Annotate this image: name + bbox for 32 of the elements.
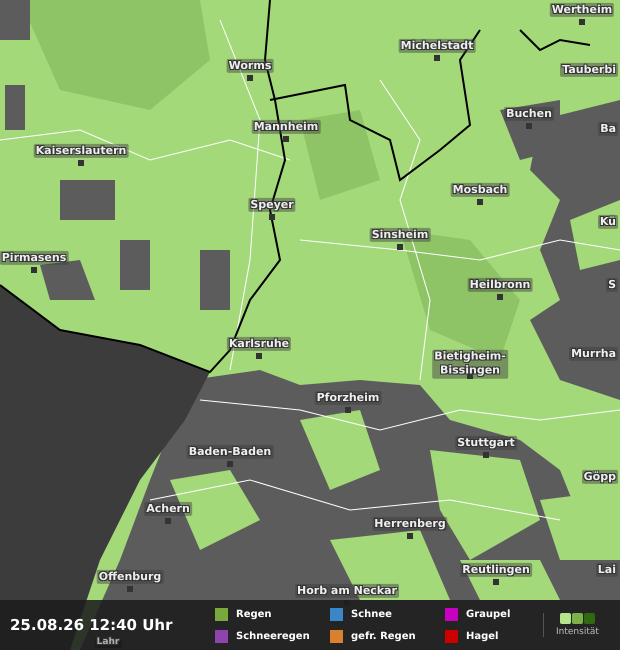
- city-label: Baden-Baden: [186, 444, 274, 460]
- city-label: Mosbach: [450, 182, 510, 198]
- city-label: Murrha: [569, 346, 618, 362]
- city-label: Horb am Neckar: [295, 584, 399, 598]
- city-label: Bietigheim- Bissingen: [432, 350, 508, 378]
- city-label: Heilbronn: [468, 278, 532, 292]
- city-label: Herrenberg: [372, 516, 448, 532]
- city-label: Reutlingen: [460, 562, 532, 578]
- legend-label: Graupel: [466, 608, 510, 620]
- city-label: Lahr: [94, 638, 122, 648]
- legend-label: gefr. Regen: [351, 630, 416, 642]
- legend-label: Schnee: [351, 608, 392, 620]
- legend-label: Schneeregen: [236, 630, 310, 642]
- city-label: S: [606, 278, 618, 292]
- legend-label: Hagel: [466, 630, 498, 642]
- city-label: Sinsheim: [370, 228, 430, 242]
- city-label: Lai: [596, 562, 618, 578]
- city-label: Stuttgart: [455, 436, 517, 450]
- city-label: Achern: [144, 502, 192, 516]
- legend-label: Regen: [236, 608, 272, 620]
- city-label: Buchen: [504, 106, 554, 122]
- city-label: Kü: [598, 214, 618, 230]
- city-label: Ba: [598, 122, 618, 136]
- city-label: Pforzheim: [314, 390, 382, 406]
- city-label: Pirmasens: [0, 250, 68, 266]
- city-label: Göpp: [582, 470, 618, 484]
- city-label: Tauberbi: [560, 62, 618, 78]
- city-label: Wertheim: [550, 2, 614, 18]
- city-label: Offenburg: [96, 570, 164, 584]
- timestamp: 25.08.26 12:40 Uhr: [9, 616, 174, 634]
- intensity-label: Intensität: [556, 627, 599, 637]
- city-label: Kaiserslautern: [34, 144, 128, 158]
